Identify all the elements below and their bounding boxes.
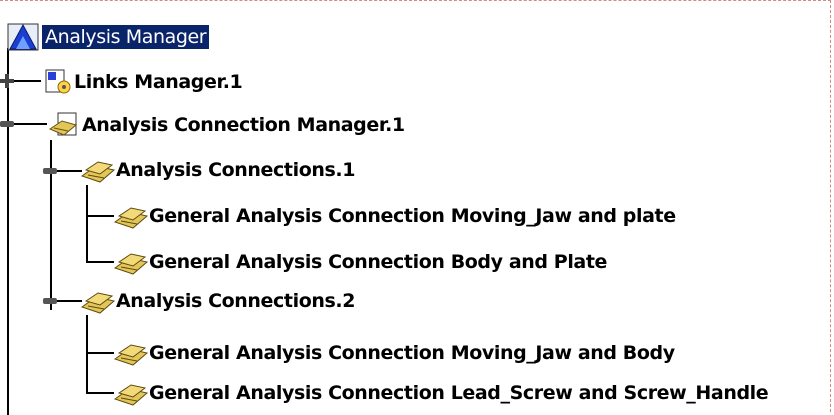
tree-node-label: General Analysis Connection Moving_Jaw a… [149,342,675,364]
tree-node-connections-1[interactable]: Analysis Connections.1 [80,155,355,185]
tree-node-analysis-manager[interactable]: Analysis Manager [6,22,210,52]
tree-node-links-manager[interactable]: Links Manager.1 [42,67,243,97]
tree-node-label: Analysis Connection Manager.1 [82,114,405,136]
general-connection-icon [113,339,149,367]
expand-plus-icon[interactable] [0,73,14,88]
collapse-minus-icon[interactable] [0,116,14,130]
specification-tree: Analysis Manager Links Manager.1 Analysi… [0,0,834,415]
general-connection-icon [113,202,149,230]
connection-manager-icon [48,111,82,139]
tree-node-label: Analysis Connections.2 [116,290,356,312]
tree-connector [86,261,114,263]
tree-node-connections-2[interactable]: Analysis Connections.2 [80,286,355,316]
tree-node-label: Analysis Manager [42,25,210,49]
tree-node-general-connection[interactable]: General Analysis Connection Body and Pla… [113,247,607,277]
tree-node-label: General Analysis Connection Lead_Screw a… [149,382,769,404]
analysis-manager-icon [6,23,42,51]
tree-node-general-connection[interactable]: General Analysis Connection Lead_Screw a… [113,378,769,408]
collapse-minus-icon[interactable] [43,163,57,177]
tree-connector [86,315,88,393]
tree-node-label: General Analysis Connection Moving_Jaw a… [149,205,676,227]
collapse-minus-icon[interactable] [43,293,57,307]
tree-connector [86,392,114,394]
tree-node-label: General Analysis Connection Body and Pla… [149,251,608,273]
general-connection-icon [113,379,149,407]
tree-connector [7,48,9,415]
connection-set-icon [80,156,116,184]
tree-connector [86,215,114,217]
links-manager-icon [42,68,74,96]
connection-set-icon [80,287,116,315]
general-connection-icon [113,248,149,276]
tree-node-general-connection[interactable]: General Analysis Connection Moving_Jaw a… [113,338,675,368]
tree-connector [86,185,88,262]
tree-node-label: Links Manager.1 [74,71,243,93]
tree-node-label: Analysis Connections.1 [116,159,356,181]
tree-connector [86,352,114,354]
tree-node-general-connection[interactable]: General Analysis Connection Moving_Jaw a… [113,201,676,231]
tree-node-connection-manager[interactable]: Analysis Connection Manager.1 [48,110,405,140]
